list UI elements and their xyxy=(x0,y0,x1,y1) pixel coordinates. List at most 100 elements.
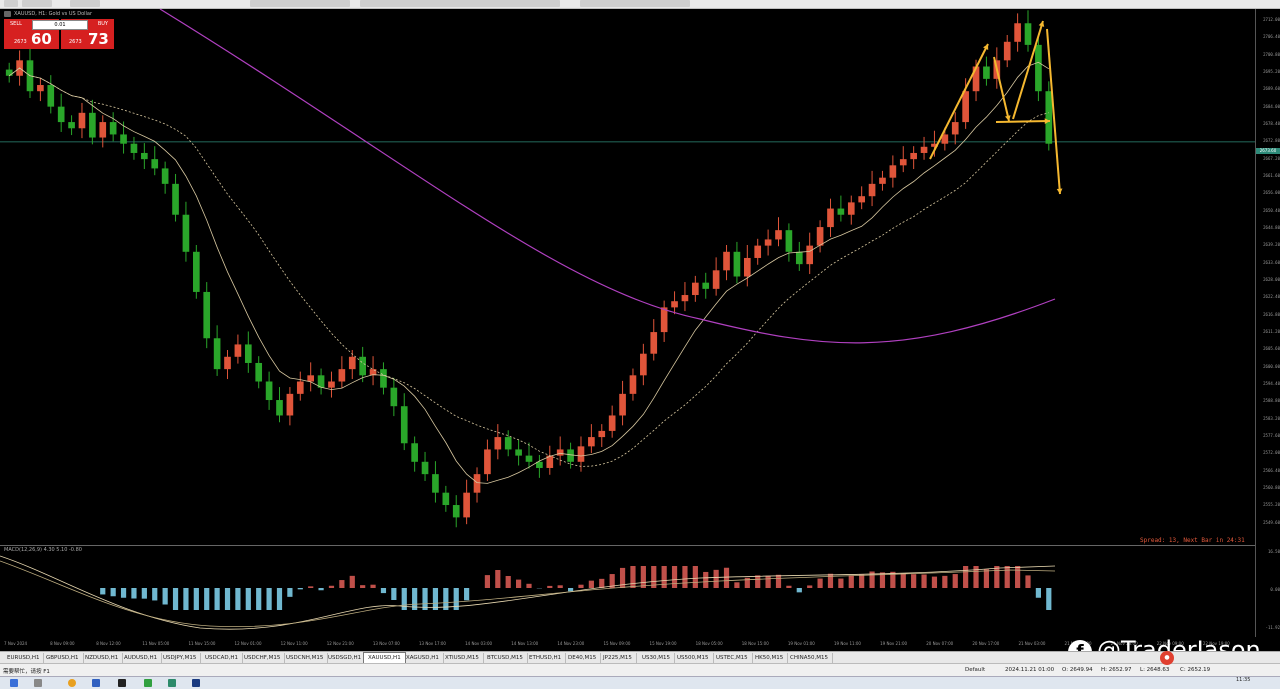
chart-tab[interactable]: BTCUSD,M15 xyxy=(483,653,528,663)
candle-body xyxy=(681,295,689,302)
chart-tab[interactable]: AUDUSD,H1 xyxy=(120,653,163,663)
chart-tab[interactable]: JP225,M15 xyxy=(599,653,637,663)
chart-tab[interactable]: XAGUSD,H1 xyxy=(402,653,444,663)
candle-body xyxy=(47,85,55,107)
price-tick-label: 2678.40 xyxy=(1263,121,1280,126)
time-tick-label: 13 Nov 17:00 xyxy=(419,641,446,646)
price-tick-label: 2588.80 xyxy=(1263,398,1280,404)
candle-body xyxy=(775,230,782,240)
candle-body xyxy=(827,208,834,228)
candle-body xyxy=(962,91,969,123)
chart-tab[interactable]: DE40,M15 xyxy=(564,653,602,663)
buy-price-big: 73 xyxy=(88,30,109,48)
price-tick-label: 2555.20 xyxy=(1263,502,1280,508)
metatrader-icon[interactable] xyxy=(192,679,200,687)
chart-tab[interactable]: USDJPY,M15 xyxy=(159,653,202,663)
chart-tab[interactable]: XTIUSD,M15 xyxy=(441,653,484,663)
price-tick-label: 2566.40 xyxy=(1263,467,1280,473)
candle-body xyxy=(182,214,190,252)
buy-label: BUY xyxy=(97,21,108,27)
chart-tab[interactable]: US500,M15 xyxy=(673,653,714,663)
chart-tab[interactable]: US30,M15 xyxy=(638,653,676,663)
candle-body xyxy=(951,122,959,135)
time-axis: 7 Nov 2024 8 Nov 09:00 8 Nov 12:00 11 Nov 0… xyxy=(0,637,1255,651)
time-tick-label: 19 Nov 21:00 xyxy=(880,641,908,646)
toolbar-new-chart-button[interactable] xyxy=(4,0,18,7)
search-icon[interactable] xyxy=(34,679,42,687)
candle-body xyxy=(421,461,429,475)
chart-menu-icon[interactable] xyxy=(4,11,11,17)
price-tick-label: 2628.00 xyxy=(1263,277,1280,282)
chart-tab[interactable]: XAUUSD,H1 xyxy=(363,652,406,663)
status-open: O: 2649.94 xyxy=(1062,667,1093,673)
candle-body xyxy=(879,177,886,184)
toolbar-drawing-tools[interactable] xyxy=(580,0,690,7)
app2-icon[interactable] xyxy=(168,679,176,687)
price-tick-label: 2700.80 xyxy=(1263,51,1280,57)
status-profile[interactable]: Default xyxy=(965,667,985,673)
macd-panel[interactable] xyxy=(0,545,1255,638)
chart-tab[interactable]: USDCNH,M15 xyxy=(282,653,329,663)
candle-body xyxy=(712,270,720,289)
wechat-icon[interactable] xyxy=(144,679,152,687)
chart-tab[interactable]: ETHUSD,H1 xyxy=(525,653,567,663)
price-tick-label: 2622.40 xyxy=(1263,294,1280,300)
chart-tab[interactable]: USTEC,M15 xyxy=(712,653,753,663)
price-tick-label: 2656.00 xyxy=(1263,190,1280,196)
candle-body xyxy=(650,332,658,354)
price-axis[interactable]: 2712.00 2706.40 2700.80 2695.20 2689.60 2684.… xyxy=(1255,9,1280,637)
candle-body xyxy=(1024,23,1032,45)
candle-body xyxy=(473,474,481,493)
symbol-label: XAUUSD, H1: Gold vs US Dollar xyxy=(14,11,93,17)
time-tick-label: 12 Nov 01:00 xyxy=(234,641,262,646)
candle-body xyxy=(1003,41,1011,61)
chart-tab[interactable]: USDSGD,H1 xyxy=(324,653,367,663)
toolbar-chart-tools[interactable] xyxy=(250,0,350,7)
candle-body xyxy=(743,257,751,277)
candle-body xyxy=(296,381,304,394)
chart-tab[interactable]: HK50,M15 xyxy=(751,653,789,663)
chrome-icon[interactable] xyxy=(68,679,76,687)
chart-tab[interactable]: EURUSD,H1 xyxy=(3,653,45,663)
time-tick-label: 14 Nov 03:00 xyxy=(465,641,493,646)
candle-body xyxy=(172,183,179,215)
toolbar-timeframes[interactable] xyxy=(360,0,560,7)
price-tick-label: 2577.60 xyxy=(1263,433,1280,438)
chart-tab[interactable]: GBPUSD,H1 xyxy=(42,653,84,663)
candle-body xyxy=(577,446,585,462)
price-tick-label: 2672.80 xyxy=(1263,138,1280,144)
chart-tab[interactable]: USDCHF,M15 xyxy=(240,653,286,663)
chart-tab[interactable]: USDCAD,H1 xyxy=(201,653,243,663)
toolbar-open-button[interactable] xyxy=(22,0,52,7)
chart-tab[interactable]: CHINA50,M15 xyxy=(786,653,833,663)
candle-body xyxy=(754,245,762,258)
toolbar-algo-button[interactable] xyxy=(70,0,100,7)
lot-size-input[interactable]: 0.01 xyxy=(32,20,88,30)
time-tick-label: 12 Nov 21:00 xyxy=(326,641,354,646)
price-tick-label: 2633.60 xyxy=(1263,259,1280,265)
notification-icon[interactable]: ● xyxy=(1160,651,1174,665)
candle-body xyxy=(5,69,13,76)
candle-body xyxy=(1035,44,1042,92)
price-chart[interactable] xyxy=(0,9,1255,544)
terminal-icon[interactable] xyxy=(118,679,126,687)
time-tick-label: 7 Nov 2024 xyxy=(4,641,28,646)
candle-body xyxy=(494,437,502,450)
time-tick-label: 19 Nov 01:00 xyxy=(787,641,815,646)
start-icon[interactable] xyxy=(10,679,18,687)
app-icon[interactable] xyxy=(92,679,100,687)
candle-body xyxy=(213,338,221,370)
candle-body xyxy=(1014,23,1021,42)
candle-body xyxy=(567,449,574,462)
one-click-trading-panel: SELL 2673 60 BUY 2673 73 0.01 xyxy=(4,19,114,49)
candle-body xyxy=(57,106,65,123)
candle-body xyxy=(525,455,533,462)
candle-body xyxy=(858,196,865,203)
chart-tab[interactable]: NZDUSD,H1 xyxy=(81,653,124,663)
candle-body xyxy=(78,112,86,129)
candlestick-chart[interactable] xyxy=(0,9,1255,544)
candle-body xyxy=(338,369,346,382)
candle-body xyxy=(816,227,824,246)
candle-body xyxy=(452,505,460,518)
candle-body xyxy=(89,112,96,138)
